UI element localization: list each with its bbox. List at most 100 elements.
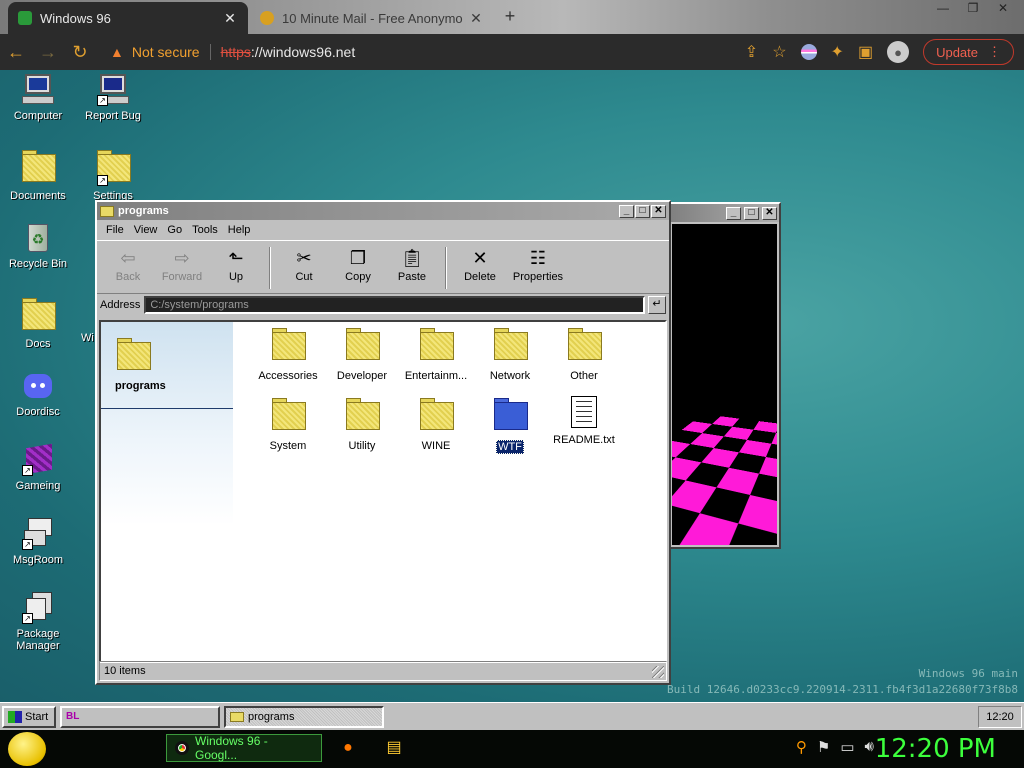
extension-icon[interactable] bbox=[800, 44, 817, 60]
desktop-icon-settings[interactable]: ↗ Settings bbox=[75, 148, 151, 202]
desktop-icon-docs[interactable]: Docs bbox=[0, 296, 76, 350]
forward-arrow-icon: → bbox=[39, 41, 57, 62]
search-icon[interactable]: ⚲ bbox=[796, 738, 807, 756]
address-bar[interactable]: ▲ Not secure https://windows96.net bbox=[102, 37, 363, 67]
address-input[interactable]: C:/system/programs bbox=[144, 296, 645, 314]
desktop-icon-documents[interactable]: Documents bbox=[0, 148, 76, 202]
desktop: Computer ↗ Report Bug Documents ↗ Settin… bbox=[0, 70, 1024, 702]
minimize-button[interactable]: _ bbox=[619, 204, 634, 218]
close-icon[interactable]: ✕ bbox=[988, 0, 1018, 18]
firefox-icon[interactable]: ● bbox=[338, 738, 358, 758]
taskbar-item-game[interactable]: BL bbox=[60, 705, 220, 728]
profile-avatar[interactable]: ● bbox=[887, 41, 910, 63]
file-item-wine[interactable]: WINE bbox=[399, 396, 473, 452]
tab-10-minute-mail[interactable]: 10 Minute Mail - Free Anonymo ✕ bbox=[252, 6, 492, 30]
menu-tools[interactable]: Tools bbox=[187, 224, 223, 236]
folder-icon bbox=[100, 205, 114, 217]
forward-button[interactable]: → bbox=[32, 36, 64, 68]
paste-icon: 📋︎ bbox=[400, 248, 424, 268]
desktop-icon-report-bug[interactable]: ↗ Report Bug bbox=[75, 74, 151, 122]
close-icon[interactable]: ✕ bbox=[468, 10, 484, 27]
side-panel-icon[interactable]: ▣ bbox=[858, 42, 873, 62]
tab-title: 10 Minute Mail - Free Anonymo bbox=[282, 10, 463, 26]
menu-file[interactable]: File bbox=[101, 224, 129, 236]
maximize-button[interactable]: □ bbox=[635, 204, 650, 218]
cut-button[interactable]: ✂ Cut bbox=[277, 245, 331, 283]
url-protocol: https bbox=[220, 44, 251, 60]
task-label: programs bbox=[248, 710, 295, 723]
host-app-chrome[interactable]: Windows 96 - Googl... bbox=[166, 734, 322, 762]
kebab-menu-icon[interactable]: ⋮ bbox=[988, 44, 1001, 60]
close-button[interactable]: ✕ bbox=[762, 206, 777, 220]
back-button[interactable]: ← bbox=[0, 36, 32, 68]
up-button[interactable]: ⬑ Up bbox=[209, 245, 263, 283]
taskbar-item-programs[interactable]: programs bbox=[224, 705, 384, 728]
flag-icon[interactable]: ⚑ bbox=[817, 738, 830, 756]
file-label: Other bbox=[570, 370, 598, 382]
go-arrow-icon[interactable]: ↵ bbox=[648, 296, 666, 314]
delete-x-icon: ✕ bbox=[472, 248, 488, 268]
share-icon[interactable]: ⇪ bbox=[745, 42, 758, 62]
maximize-button[interactable]: □ bbox=[744, 206, 759, 220]
window-titlebar[interactable]: _ □ ✕ bbox=[670, 204, 779, 222]
desktop-icon-package-manager[interactable]: ↗ Package Manager bbox=[0, 592, 76, 652]
menu-view[interactable]: View bbox=[129, 224, 163, 236]
desktop-icon-doordisc[interactable]: Doordisc bbox=[0, 370, 76, 418]
desktop-icon-recycle-bin[interactable]: ♻ Recycle Bin bbox=[0, 222, 76, 270]
resize-grip-icon[interactable] bbox=[652, 666, 664, 678]
window-titlebar[interactable]: programs _ □ ✕ bbox=[97, 202, 669, 220]
reload-button[interactable]: ↻ bbox=[64, 36, 96, 68]
desktop-icon-label: Documents bbox=[10, 190, 66, 202]
file-item-readme[interactable]: README.txt bbox=[547, 396, 621, 446]
desktop-icon-partial[interactable]: Wi bbox=[70, 296, 94, 344]
desktop-icon-label: Doordisc bbox=[16, 406, 60, 418]
file-item-wtf[interactable]: WTF bbox=[473, 396, 547, 457]
update-label: Update bbox=[936, 44, 978, 60]
file-view[interactable]: programs Accessories Developer Entertain… bbox=[99, 320, 667, 663]
file-item-other[interactable]: Other bbox=[547, 326, 621, 382]
file-item-network[interactable]: Network bbox=[473, 326, 547, 382]
bookmark-star-icon[interactable]: ☆ bbox=[772, 42, 786, 62]
explorer-window[interactable]: programs _ □ ✕ File View Go Tools Help ⇦… bbox=[95, 200, 671, 685]
minimize-icon[interactable]: — bbox=[928, 0, 958, 18]
restore-icon[interactable]: ❐ bbox=[958, 0, 988, 18]
tab-windows96[interactable]: Windows 96 ✕ bbox=[8, 2, 248, 34]
file-item-entertainment[interactable]: Entertainm... bbox=[399, 326, 473, 382]
smiley-start-icon[interactable] bbox=[8, 732, 46, 766]
desktop-icon-computer[interactable]: Computer bbox=[0, 74, 76, 122]
volume-icon[interactable]: 🔊︎ bbox=[865, 738, 874, 756]
desktop-icon-gameing[interactable]: ↗ Gameing bbox=[0, 443, 76, 492]
menu-help[interactable]: Help bbox=[223, 224, 256, 236]
forward-button[interactable]: ⇨ Forward bbox=[155, 245, 209, 283]
extensions-puzzle-icon[interactable]: ✦ bbox=[831, 42, 844, 62]
new-tab-button[interactable]: + bbox=[500, 6, 520, 28]
delete-button[interactable]: ✕ Delete bbox=[453, 245, 507, 283]
file-item-system[interactable]: System bbox=[251, 396, 325, 452]
button-label: Forward bbox=[161, 271, 203, 283]
copy-button[interactable]: ❐ Copy bbox=[331, 245, 385, 283]
file-item-developer[interactable]: Developer bbox=[325, 326, 399, 382]
update-button[interactable]: Update ⋮ bbox=[923, 39, 1014, 65]
network-icon[interactable]: ▭ bbox=[840, 738, 854, 756]
desktop-icon-msgroom[interactable]: ↗ MsgRoom bbox=[0, 518, 76, 566]
properties-button[interactable]: ☷ Properties bbox=[507, 245, 569, 283]
paste-button[interactable]: 📋︎ Paste bbox=[385, 245, 439, 283]
game-window[interactable]: _ □ ✕ bbox=[668, 202, 781, 549]
url-text: ://windows96.net bbox=[250, 44, 356, 60]
host-tray: ⚲ ⚑ ▭ 🔊︎ bbox=[796, 738, 874, 756]
docs-folder-icon bbox=[22, 298, 56, 334]
app-icon: BL bbox=[66, 711, 80, 722]
close-button[interactable]: ✕ bbox=[651, 204, 666, 218]
file-explorer-icon[interactable]: ▤ bbox=[384, 738, 404, 758]
minimize-button[interactable]: _ bbox=[726, 206, 741, 220]
explorer-toolbar: ⇦ Back ⇨ Forward ⬑ Up ✂ Cut ❐ Copy 📋︎ Paste ✕ D… bbox=[97, 240, 669, 294]
file-item-accessories[interactable]: Accessories bbox=[251, 326, 325, 382]
close-icon[interactable]: ✕ bbox=[222, 10, 238, 27]
shortcut-arrow-icon: ↗ bbox=[97, 95, 108, 106]
file-item-utility[interactable]: Utility bbox=[325, 396, 399, 452]
start-button[interactable]: Start bbox=[2, 705, 56, 728]
mail-favicon-icon bbox=[260, 11, 274, 25]
game-canvas[interactable] bbox=[672, 224, 777, 545]
back-button[interactable]: ⇦ Back bbox=[101, 245, 155, 283]
menu-go[interactable]: Go bbox=[162, 224, 187, 236]
